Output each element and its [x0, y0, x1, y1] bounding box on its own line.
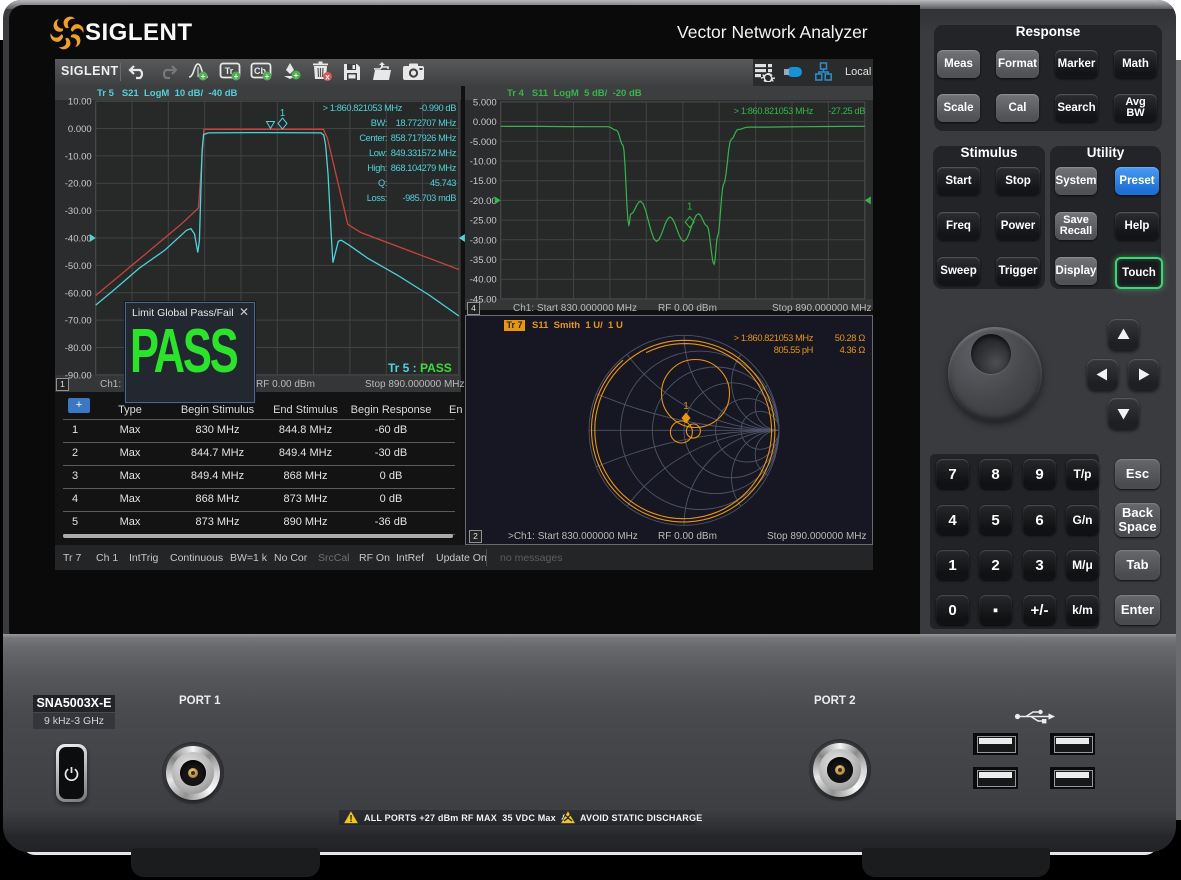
svg-text:0.000: 0.000: [473, 117, 497, 128]
svg-text:-5.000: -5.000: [470, 137, 497, 148]
svg-text:-40.00: -40.00: [65, 234, 92, 245]
svg-text:-35.00: -35.00: [470, 255, 497, 266]
svg-text:+: +: [294, 70, 299, 80]
svg-text:-20.00: -20.00: [65, 179, 92, 190]
svg-text:1: 1: [687, 202, 693, 213]
svg-text:-70.00: -70.00: [65, 316, 92, 327]
svg-text:-10.00: -10.00: [65, 151, 92, 162]
svg-text:-10.00: -10.00: [470, 157, 497, 168]
svg-text:-50.00: -50.00: [65, 261, 92, 272]
svg-text:!: !: [349, 814, 352, 824]
svg-text:-40.00: -40.00: [470, 275, 497, 286]
svg-text:1: 1: [683, 401, 689, 412]
svg-text:0.000: 0.000: [68, 124, 92, 135]
svg-text:+: +: [234, 71, 239, 81]
svg-text:+: +: [265, 71, 270, 81]
svg-text:x: x: [325, 73, 330, 82]
svg-text:10.00: 10.00: [68, 97, 92, 108]
svg-text:-15.00: -15.00: [470, 176, 497, 187]
svg-text:-30.00: -30.00: [470, 235, 497, 246]
svg-text:-30.00: -30.00: [65, 206, 92, 217]
svg-text:5.000: 5.000: [473, 97, 497, 108]
svg-text:-80.00: -80.00: [65, 343, 92, 354]
svg-text:-25.00: -25.00: [470, 216, 497, 227]
svg-text:-60.00: -60.00: [65, 288, 92, 299]
svg-text:+: +: [201, 71, 206, 81]
svg-text:-20.00: -20.00: [470, 196, 497, 207]
